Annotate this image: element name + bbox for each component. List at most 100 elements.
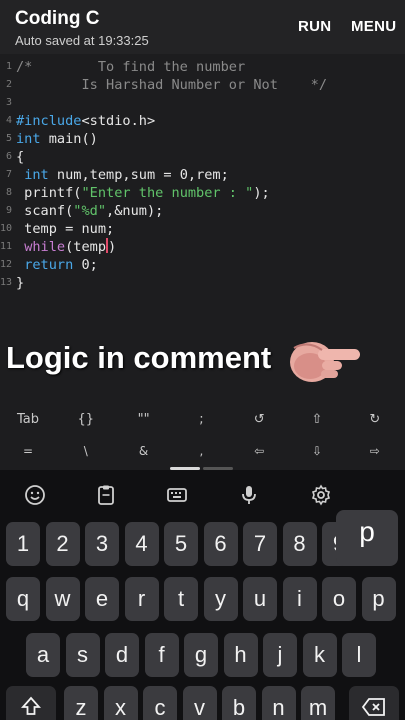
key-z[interactable]: z (64, 686, 98, 720)
code-token: #include (16, 113, 82, 129)
key-c[interactable]: c (143, 686, 177, 720)
line-number: 12 (0, 259, 13, 270)
pointing-hand-icon (288, 334, 364, 390)
extra-key[interactable]: ⇦ (231, 444, 287, 458)
key-e[interactable]: e (85, 577, 119, 621)
extra-key[interactable]: ⇧ (289, 412, 345, 427)
key-w[interactable]: w (45, 577, 80, 621)
extra-key[interactable]: \ (58, 444, 114, 458)
key-5[interactable]: 5 (164, 522, 198, 566)
code-text: printf("Enter the number : "); (16, 184, 270, 202)
line-number: 10 (0, 223, 13, 234)
key-t[interactable]: t (164, 577, 198, 621)
key-x[interactable]: x (103, 686, 138, 720)
key-v[interactable]: v (182, 686, 217, 720)
key-4[interactable]: 4 (124, 522, 159, 566)
key-d[interactable]: d (105, 633, 139, 677)
code-token: int (16, 131, 41, 147)
code-line[interactable]: 5 int main() (0, 130, 405, 148)
key-i[interactable]: i (282, 577, 317, 621)
key-b[interactable]: b (222, 686, 256, 720)
key-6[interactable]: 6 (203, 522, 238, 566)
key-u[interactable]: u (243, 577, 277, 621)
key-2[interactable]: 2 (45, 522, 80, 566)
code-text: } (16, 274, 24, 292)
extra-key[interactable]: ↺ (231, 412, 287, 427)
clipboard-icon[interactable] (94, 483, 118, 507)
code-token: 0; (73, 257, 98, 273)
code-text: scanf("%d",&num); (16, 202, 163, 220)
code-text: /* To find the number (16, 58, 245, 76)
key-8[interactable]: 8 (282, 522, 317, 566)
key-f[interactable]: f (144, 633, 179, 677)
code-line[interactable]: 6{ (0, 148, 405, 166)
key-o[interactable]: o (322, 577, 356, 621)
code-token: num,temp,sum = 0,rem; (48, 167, 229, 183)
extra-key[interactable]: ; (173, 412, 229, 427)
code-line[interactable]: 1 /* To find the number (0, 58, 405, 76)
line-number: 4 (5, 115, 12, 126)
line-number: 5 (5, 133, 12, 144)
extra-key[interactable]: ↻ (347, 412, 403, 427)
code-line[interactable]: 10 temp = num; (0, 220, 405, 238)
code-token: ) (108, 239, 117, 255)
key-7[interactable]: 7 (243, 522, 277, 566)
code-line[interactable]: 4 #include<stdio.h> (0, 112, 405, 130)
extra-key[interactable]: ⇨ (347, 444, 403, 458)
extra-key[interactable]: = (0, 444, 56, 458)
key-r[interactable]: r (124, 577, 159, 621)
code-token: "Enter the number : " (81, 185, 254, 201)
app-bar: Coding C Auto saved at 19:33:25 RUN MENU (0, 0, 405, 54)
keyboard-icon[interactable] (165, 483, 189, 507)
extra-keys-toolbar: Tab{} ""; ↺ ⇧ ↻ = \ &, ⇦ ⇩ ⇨ (0, 404, 405, 470)
emoji-icon[interactable] (23, 483, 47, 507)
code-text: #include<stdio.h> (16, 112, 155, 130)
mic-icon[interactable] (237, 483, 261, 507)
code-token: /* To find the number (16, 59, 246, 75)
key-1[interactable]: 1 (6, 522, 40, 566)
code-token: "%d" (73, 203, 107, 219)
extra-key[interactable]: ⇩ (289, 444, 345, 458)
code-line[interactable]: 8 printf("Enter the number : "); (0, 184, 405, 202)
extra-key[interactable]: , (173, 444, 229, 458)
run-button[interactable]: RUN (298, 18, 331, 35)
key-p[interactable]: p (361, 577, 396, 621)
code-line[interactable]: 2 Is Harshad Number or Not */ (0, 76, 405, 94)
key-l[interactable]: l (342, 633, 376, 677)
code-text: int num,temp,sum = 0,rem; (16, 166, 229, 184)
code-text: while(temp) (16, 238, 116, 256)
code-text: int main() (16, 130, 98, 148)
key-g[interactable]: g (184, 633, 218, 677)
extra-key[interactable]: & (116, 444, 172, 458)
line-number: 3 (5, 97, 12, 108)
code-line[interactable]: 9 scanf("%d",&num); (0, 202, 405, 220)
key-n[interactable]: n (261, 686, 296, 720)
extra-key[interactable]: "" (116, 412, 172, 427)
code-line[interactable]: 7 int num,temp,sum = 0,rem; (0, 166, 405, 184)
key-y[interactable]: y (203, 577, 238, 621)
key-k[interactable]: k (302, 633, 337, 677)
key-q[interactable]: q (6, 577, 40, 621)
line-number: 13 (0, 277, 13, 288)
code-line[interactable]: 13} (0, 274, 405, 292)
code-line[interactable]: 3 (0, 94, 405, 112)
key-j[interactable]: j (263, 633, 297, 677)
key-m[interactable]: m (301, 686, 335, 720)
shift-icon[interactable] (6, 686, 56, 720)
extra-key[interactable]: {} (58, 412, 114, 427)
code-line[interactable]: 11 while(temp) (0, 238, 405, 256)
settings-icon[interactable] (309, 483, 333, 507)
extra-key[interactable]: Tab (0, 412, 56, 427)
key-3[interactable]: 3 (85, 522, 119, 566)
key-h[interactable]: h (223, 633, 258, 677)
key-s[interactable]: s (65, 633, 100, 677)
backspace-icon[interactable] (349, 686, 399, 720)
key-a[interactable]: a (26, 633, 60, 677)
line-number: 8 (5, 187, 12, 198)
menu-button[interactable]: MENU (351, 18, 396, 35)
code-line[interactable]: 12 return 0; (0, 256, 405, 274)
code-text: temp = num; (16, 220, 114, 238)
